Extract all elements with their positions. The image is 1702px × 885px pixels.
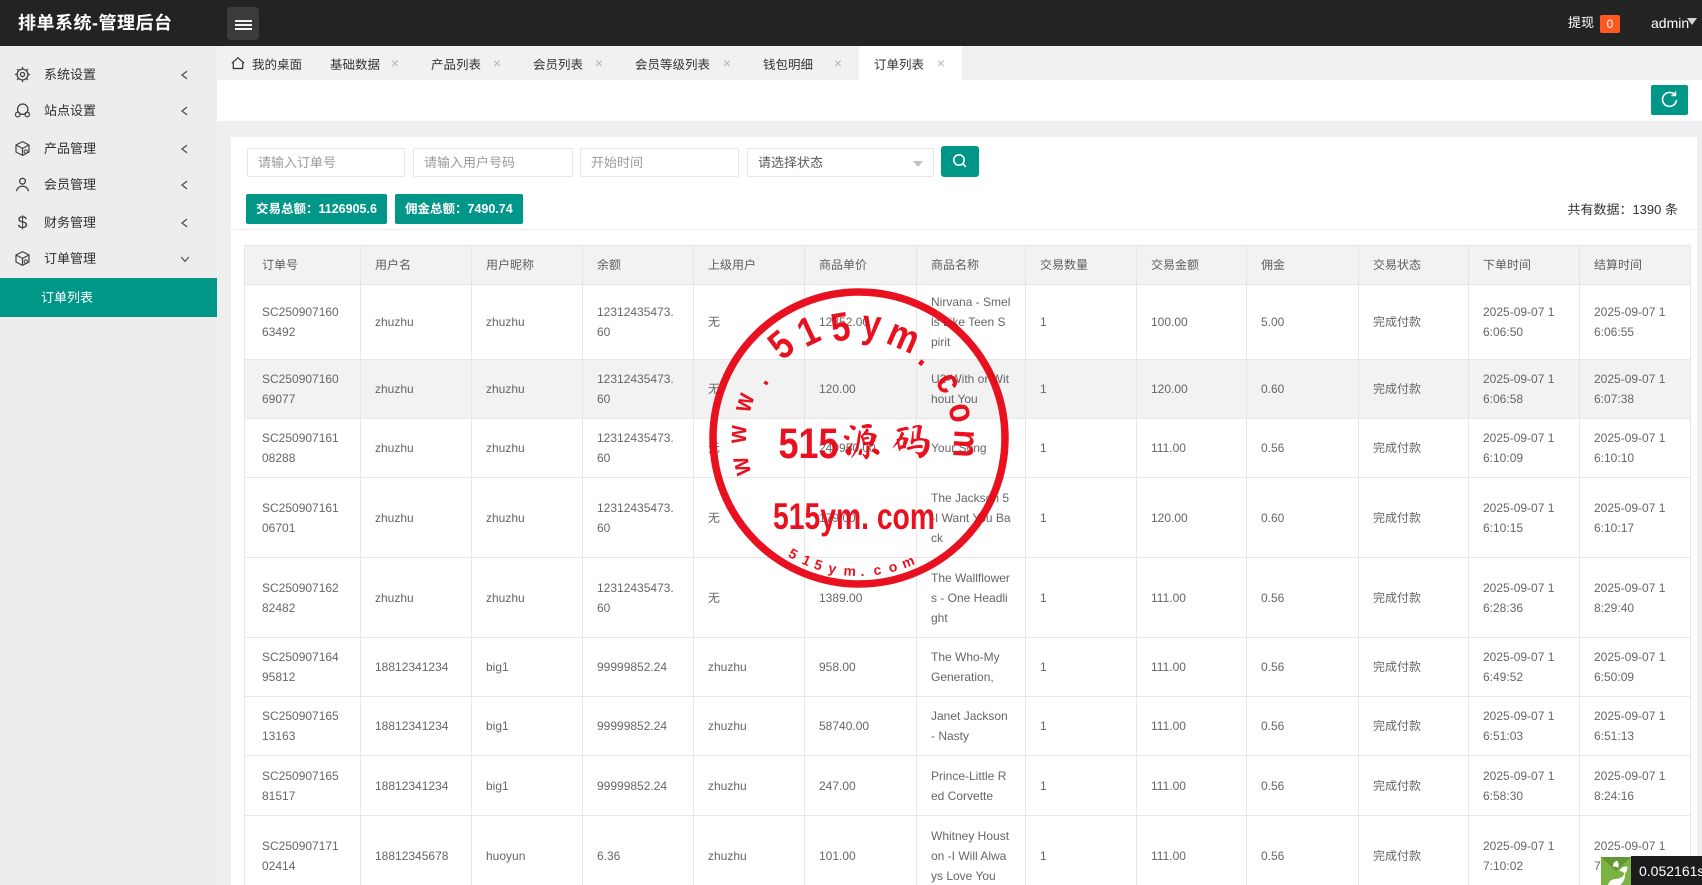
svg-text:m: m: [899, 552, 916, 571]
svg-text:5: 5: [827, 303, 853, 351]
svg-text:y: y: [860, 300, 884, 347]
svg-text:5: 5: [812, 556, 825, 574]
svg-text:y: y: [827, 560, 838, 577]
svg-text:m: m: [945, 429, 987, 459]
svg-text:源 码: 源 码: [841, 420, 931, 461]
svg-text:515: 515: [778, 420, 838, 468]
svg-text:c: c: [927, 364, 971, 400]
svg-text:515ym. com: 515ym. com: [773, 495, 935, 536]
svg-text:o: o: [887, 558, 899, 576]
svg-text:w: w: [722, 424, 753, 444]
svg-text:1: 1: [800, 551, 814, 569]
svg-text:.: .: [860, 563, 864, 579]
svg-text:w: w: [724, 454, 758, 480]
svg-text:$: $: [18, 214, 28, 231]
svg-text:m: m: [843, 562, 857, 579]
svg-text:m: m: [881, 309, 927, 363]
svg-text:0.052161s: 0.052161s: [1639, 863, 1702, 879]
svg-text:5: 5: [786, 545, 801, 563]
svg-text:.: .: [746, 369, 775, 390]
svg-text:o: o: [940, 398, 984, 426]
svg-text:w: w: [726, 389, 761, 416]
svg-text:c: c: [872, 561, 882, 578]
